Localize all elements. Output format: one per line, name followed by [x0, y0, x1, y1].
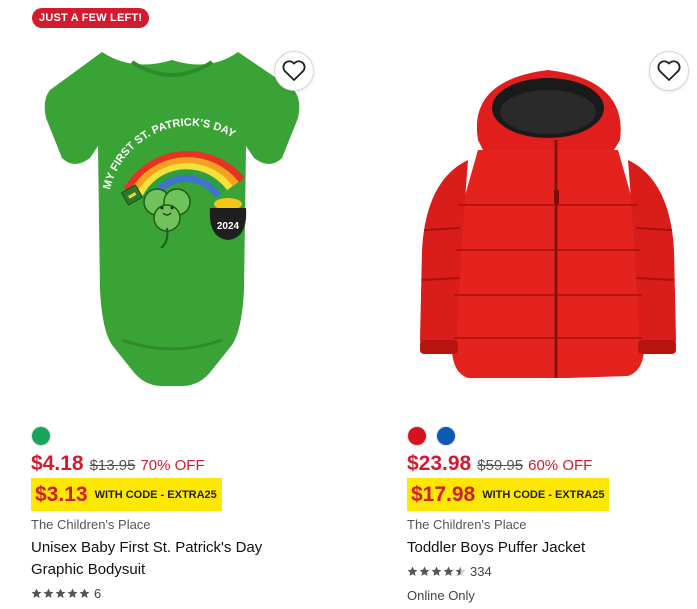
product-title-link[interactable]: Unisex Baby First St. Patrick's Day Grap… — [31, 537, 311, 581]
color-swatch-blue[interactable] — [436, 426, 456, 446]
sale-price: $23.98 — [407, 452, 472, 475]
sale-price: $4.18 — [31, 452, 84, 475]
product-image-bodysuit[interactable]: MY FIRST ST. PATRICK'S DAY 2024 — [32, 40, 312, 400]
product-image-jacket[interactable] — [408, 40, 688, 400]
product-card-bodysuit[interactable]: JUST A FEW LEFT! MY FIRST ST. PATRICK'S … — [22, 0, 322, 609]
color-swatches — [31, 426, 51, 446]
rating-row[interactable]: 6 — [31, 586, 101, 601]
star-icon — [67, 588, 78, 598]
availability-label: Online Only — [407, 588, 475, 603]
heart-outline-icon — [282, 60, 306, 81]
brand-name: The Children's Place — [407, 517, 527, 532]
rating-row[interactable]: 334 — [407, 564, 492, 579]
star-icon — [79, 588, 90, 598]
color-swatches — [407, 426, 456, 446]
star-icon — [407, 566, 418, 576]
original-price: $59.95 — [477, 457, 524, 474]
star-icon — [431, 566, 442, 576]
color-swatch-green[interactable] — [31, 426, 51, 446]
heart-outline-icon — [657, 60, 681, 81]
star-icon — [43, 588, 54, 598]
product-card-jacket[interactable]: $23.98 $59.95 60% OFF $17.98 WITH CODE -… — [398, 0, 697, 609]
promo-code-text: WITH CODE - EXTRA25 — [94, 488, 217, 501]
favorite-button[interactable] — [649, 51, 689, 91]
original-price: $13.95 — [89, 457, 136, 474]
promo-price: $3.13 — [35, 482, 88, 506]
star-icon — [419, 566, 430, 576]
review-count: 6 — [94, 586, 102, 601]
product-title-link[interactable]: Toddler Boys Puffer Jacket — [407, 537, 687, 559]
rating-stars — [407, 566, 466, 577]
promo-price: $17.98 — [411, 482, 476, 506]
low-stock-badge: JUST A FEW LEFT! — [32, 8, 150, 28]
review-count: 334 — [470, 564, 492, 579]
star-icon — [55, 588, 66, 598]
price-row: $4.18 $13.95 70% OFF — [31, 452, 205, 476]
color-swatch-red[interactable] — [407, 426, 427, 446]
promo-price-banner: $3.13 WITH CODE - EXTRA25 — [31, 478, 222, 511]
rating-stars — [31, 588, 90, 599]
brand-name: The Children's Place — [31, 517, 151, 532]
promo-price-banner: $17.98 WITH CODE - EXTRA25 — [407, 478, 610, 511]
star-icon — [443, 566, 454, 576]
favorite-button[interactable] — [274, 51, 314, 91]
promo-code-text: WITH CODE - EXTRA25 — [482, 488, 605, 501]
price-row: $23.98 $59.95 60% OFF — [407, 452, 592, 476]
star-icon — [31, 588, 42, 598]
pot-year-text: 2024 — [217, 221, 240, 232]
discount-label: 70% OFF — [140, 457, 205, 474]
star-icon — [455, 566, 466, 576]
discount-label: 60% OFF — [528, 457, 593, 474]
